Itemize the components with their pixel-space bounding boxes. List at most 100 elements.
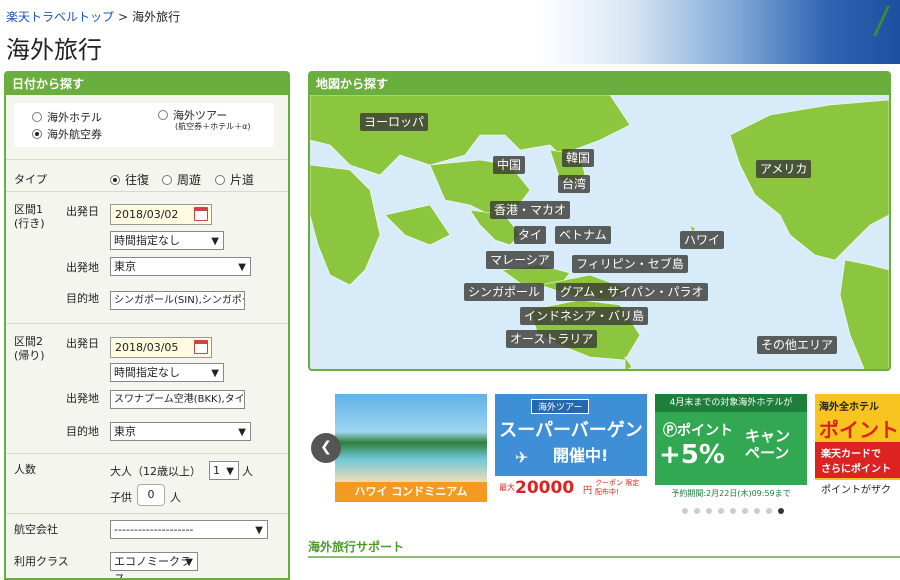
- mode-air-radio[interactable]: 海外航空券: [32, 126, 102, 142]
- map-region-australia[interactable]: オーストラリア: [506, 330, 598, 348]
- date-search-panel: 日付から探す 海外ホテル 海外航空券 海外ツアー (航空券＋ホテル＋α) タイプ…: [4, 71, 290, 580]
- type-oneway-radio[interactable]: 片道: [215, 171, 254, 188]
- leg1-to-input[interactable]: シンガポール(SIN),シンガポー: [110, 291, 245, 310]
- header-banner-image: [540, 0, 900, 64]
- map-region-korea[interactable]: 韓国: [562, 149, 595, 167]
- children-input[interactable]: 0: [137, 484, 165, 506]
- class-value: エコノミークラス: [114, 555, 191, 580]
- carousel-dot[interactable]: [718, 508, 724, 514]
- banner-b3-percent: +5%: [659, 440, 725, 470]
- banner-b2-sub: 開催中!: [553, 446, 609, 465]
- adults-unit: 人: [242, 465, 253, 478]
- banner-hotel-point-campaign[interactable]: 4月末までの対象海外ホテルが Ⓟポイント +5% キャンペーン 予約期間:2月2…: [655, 394, 807, 502]
- leg2-time-select[interactable]: 時間指定なし ▼: [110, 363, 224, 382]
- leg1-date-label: 出発日: [66, 205, 99, 218]
- leg1-time-select[interactable]: 時間指定なし ▼: [110, 231, 224, 250]
- map-region-hongkong-macau[interactable]: 香港・マカオ: [490, 201, 571, 219]
- carousel-dot[interactable]: [706, 508, 712, 514]
- banner-super-bargain[interactable]: 海外ツアー スーパーバーゲン 開催中! ✈ 最大 20000 円 クーポン 限定…: [495, 394, 647, 502]
- banner-all-hotel-point[interactable]: 海外全ホテル ポイント 楽天カードで さらにポイント ポイントがザク: [815, 394, 900, 502]
- radio-icon: [158, 110, 168, 120]
- map-search-panel: 地図から探す ヨーロッパ 中国 韓国 台湾 香港・マカオ タイ ベトナム マレー…: [308, 71, 891, 371]
- leg1-to-label: 目的地: [66, 292, 99, 305]
- support-divider: [308, 556, 900, 558]
- people-label: 人数: [14, 463, 36, 476]
- airline-select[interactable]: -------------------- ▼: [110, 520, 268, 539]
- leg2-date-input[interactable]: 2018/03/05: [110, 337, 212, 358]
- banner-hawaii-caption: ハワイ コンドミニアム: [335, 482, 487, 502]
- airline-label: 航空会社: [14, 523, 58, 536]
- leg1-date-input[interactable]: 2018/03/02: [110, 204, 212, 225]
- chevron-down-icon: ▼: [238, 427, 246, 438]
- breadcrumb-home-link[interactable]: 楽天トラベルトップ: [6, 10, 114, 24]
- leg2-from-input[interactable]: スワナプーム空港(BKK),タイ: [110, 390, 245, 409]
- map-region-thailand[interactable]: タイ: [514, 226, 547, 244]
- map-region-guam-saipan-palau[interactable]: グアム・サイパン・パラオ: [556, 283, 708, 301]
- divider: [6, 323, 288, 324]
- search-mode-radio-group: 海外ホテル 海外航空券 海外ツアー (航空券＋ホテル＋α): [14, 103, 274, 147]
- banner-b3-point: Ⓟポイント: [663, 423, 733, 439]
- calendar-icon[interactable]: [194, 207, 208, 221]
- adults-select[interactable]: 1 ▼: [209, 461, 239, 480]
- banner-b4-line2: 楽天カードで: [821, 449, 881, 460]
- carousel-prev-button[interactable]: ❮: [311, 433, 341, 463]
- carousel-dot[interactable]: [766, 508, 772, 514]
- carousel-dot[interactable]: [694, 508, 700, 514]
- divider: [6, 513, 288, 514]
- class-label: 利用クラス: [14, 555, 69, 568]
- map-region-vietnam[interactable]: ベトナム: [555, 226, 611, 244]
- map-region-singapore[interactable]: シンガポール: [464, 283, 545, 301]
- mode-tour-radio[interactable]: 海外ツアー (航空券＋ホテル＋α): [158, 107, 251, 131]
- type-roundtrip-radio[interactable]: 往復: [110, 171, 149, 188]
- leg1-label: 区間1 (行き): [14, 203, 45, 231]
- chevron-down-icon: ▼: [211, 368, 219, 379]
- adults-value: 1: [213, 464, 220, 477]
- children-label: 子供: [110, 491, 132, 504]
- leg2-to-select[interactable]: 東京 ▼: [110, 422, 251, 441]
- leg1-from-select[interactable]: 東京 ▼: [110, 257, 251, 276]
- carousel-dot[interactable]: [682, 508, 688, 514]
- banner-b2-headline: スーパーバーゲン: [499, 420, 643, 441]
- banner-b2-coupon-note: クーポン 限定配布中!: [595, 479, 640, 496]
- mode-hotel-label: 海外ホテル: [47, 111, 102, 124]
- map-region-america[interactable]: アメリカ: [756, 160, 812, 178]
- map-region-hawaii[interactable]: ハワイ: [680, 231, 725, 249]
- mode-hotel-radio[interactable]: 海外ホテル: [32, 109, 102, 125]
- type-label: タイプ: [14, 173, 47, 186]
- map-region-malaysia[interactable]: マレーシア: [486, 251, 554, 269]
- page-title: 海外旅行: [6, 36, 102, 64]
- radio-icon: [162, 174, 172, 185]
- leg2-from-label: 出発地: [66, 392, 99, 405]
- banner-b2-tag: 海外ツアー: [531, 399, 590, 414]
- divider: [6, 159, 288, 160]
- header: 楽天トラベルトップ > 海外旅行 海外旅行: [0, 0, 900, 68]
- map-region-other[interactable]: その他エリア: [757, 336, 838, 354]
- adults-label: 大人（12歳以上）: [110, 465, 201, 478]
- leg1-date-value: 2018/03/02: [115, 208, 179, 221]
- leg2-to-value: 東京: [114, 425, 136, 438]
- map-region-philippines-cebu[interactable]: フィリピン・セブ島: [572, 255, 688, 273]
- map-region-europe[interactable]: ヨーロッパ: [360, 113, 429, 131]
- leg1-from-label: 出発地: [66, 261, 99, 274]
- leg1-label-line1: 区間1: [14, 203, 43, 216]
- class-select[interactable]: エコノミークラス ▼: [110, 552, 198, 578]
- banner-b2-coupon: 最大 20000 円 クーポン 限定配布中!: [495, 476, 647, 502]
- date-search-title: 日付から探す: [6, 73, 288, 95]
- banner-b4-top: 海外全ホテル: [819, 402, 879, 413]
- calendar-icon[interactable]: [194, 340, 208, 354]
- banner-b4-band: 楽天カードで さらにポイント: [815, 442, 900, 478]
- leg2-label-line1: 区間2: [14, 335, 43, 348]
- leg2-label-line2: (帰り): [14, 349, 45, 362]
- banner-hawaii-condominium[interactable]: ハワイ コンドミニアム: [335, 394, 487, 502]
- type-multicity-radio[interactable]: 周遊: [162, 171, 201, 188]
- carousel-dot[interactable]: [754, 508, 760, 514]
- divider: [6, 453, 288, 454]
- map-region-taiwan[interactable]: 台湾: [558, 175, 591, 193]
- carousel-dot[interactable]: [730, 508, 736, 514]
- carousel-dot[interactable]: [742, 508, 748, 514]
- banner-b4-line3: さらにポイント: [821, 464, 891, 475]
- map-region-indonesia-bali[interactable]: インドネシア・バリ島: [520, 307, 649, 325]
- radio-selected-icon: [110, 174, 120, 185]
- carousel-dot[interactable]: [778, 508, 784, 514]
- map-region-china[interactable]: 中国: [493, 156, 526, 174]
